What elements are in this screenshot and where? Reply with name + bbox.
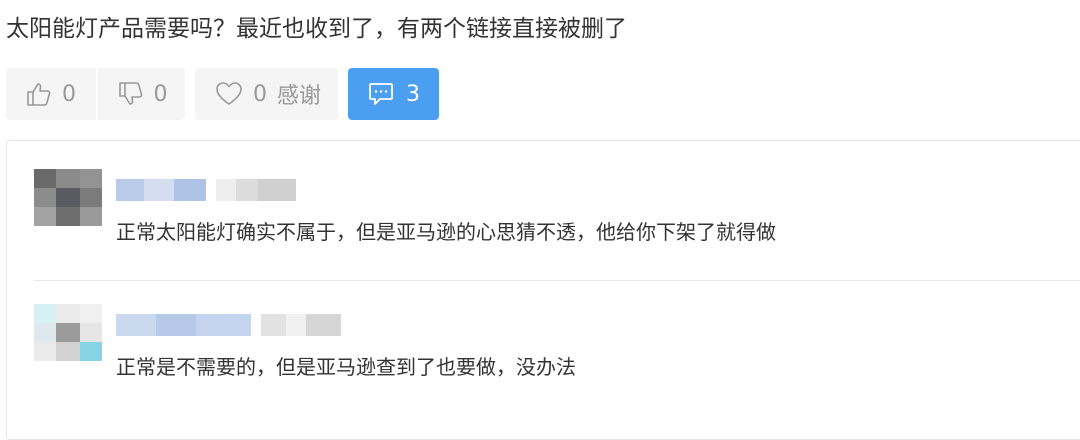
- thumbs-down-icon: [118, 81, 144, 107]
- dislike-button[interactable]: 0: [95, 68, 186, 120]
- comment-divider: [34, 280, 1080, 281]
- thanks-button[interactable]: 0 感谢: [195, 68, 338, 120]
- vote-group: 0 0: [6, 68, 185, 120]
- comment-button[interactable]: 3: [348, 68, 439, 120]
- heart-icon: [215, 81, 243, 107]
- avatar[interactable]: [34, 169, 102, 226]
- comment-text: 正常是不需要的，但是亚马逊查到了也要做，没办法: [116, 355, 576, 379]
- post-text: 太阳能灯产品需要吗？最近也收到了，有两个链接直接被删了: [6, 16, 627, 42]
- username[interactable]: [116, 179, 296, 201]
- avatar[interactable]: [34, 304, 102, 361]
- thumbs-up-icon: [26, 81, 52, 107]
- comments-panel: 正常太阳能灯确实不属于，但是亚马逊的心思猜不透，他给你下架了就得做 正常是不需要…: [6, 140, 1080, 440]
- comment-count: 3: [406, 81, 420, 107]
- dislike-count: 0: [153, 81, 168, 107]
- comment-bubble-icon: [368, 82, 394, 106]
- thanks-count: 0: [253, 81, 267, 107]
- comment-text: 正常太阳能灯确实不属于，但是亚马逊的心思猜不透，他给你下架了就得做: [116, 220, 776, 244]
- username[interactable]: [116, 314, 341, 336]
- like-count: 0: [62, 81, 76, 107]
- like-button[interactable]: 0: [6, 68, 96, 120]
- thanks-label: 感谢: [277, 84, 322, 109]
